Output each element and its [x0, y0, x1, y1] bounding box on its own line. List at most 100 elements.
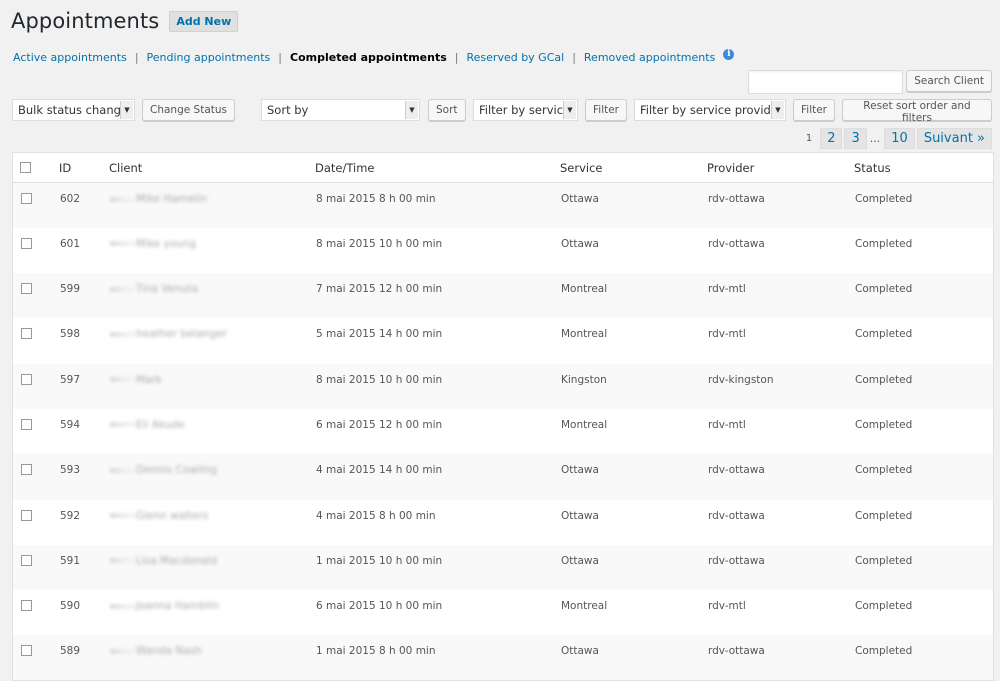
table-body: 602 Mike Hamelin 8 mai 2015 8 h 00 min Otta…	[12, 182, 994, 681]
cell-service: Ottawa	[561, 509, 599, 522]
search-box: Search Client	[748, 70, 992, 94]
cell-status: Completed	[855, 645, 913, 658]
cell-status: Completed	[855, 509, 913, 522]
column-id[interactable]: ID	[59, 152, 109, 183]
tab-reserved-gcal[interactable]: Reserved by GCal	[467, 51, 565, 64]
row-checkbox[interactable]	[21, 373, 32, 385]
cell-client[interactable]: Eli Akude	[109, 409, 315, 454]
cell-status: Completed	[855, 600, 913, 613]
blurred-bar	[110, 422, 136, 428]
cell-service: Ottawa	[561, 193, 599, 205]
chevron-down-icon: ▼	[563, 101, 576, 119]
cell-status: Completed	[855, 328, 913, 341]
table-row[interactable]: 593 Dennis Cowling 4 mai 2015 14 h 00 min O…	[12, 454, 994, 500]
table-row[interactable]: 591 Lisa Macdonald 1 mai 2015 10 h 00 min O…	[12, 544, 994, 591]
provider-filter-value: Filter by service provider	[640, 103, 783, 117]
column-provider[interactable]: Provider	[707, 152, 854, 183]
cell-id: 597	[60, 373, 81, 386]
table-row[interactable]: 602 Mike Hamelin 8 mai 2015 8 h 00 min Otta…	[12, 182, 994, 228]
tab-completed[interactable]: Completed appointments	[290, 51, 447, 64]
page-link-last[interactable]: 10	[884, 128, 915, 149]
sort-value: Sort by	[267, 103, 309, 117]
table-row[interactable]: 601 Mike young 8 mai 2015 10 h 00 min Ottaw…	[13, 228, 994, 273]
blurred-bar	[110, 241, 136, 247]
filter-service-button[interactable]: Filter	[585, 99, 628, 121]
cell-datetime: 4 mai 2015 8 h 00 min	[316, 509, 436, 522]
column-service[interactable]: Service	[560, 152, 707, 183]
separator: |	[278, 51, 282, 64]
tab-active[interactable]: Active appointments	[13, 51, 127, 64]
table-row[interactable]: 592 Glenn walters 4 mai 2015 8 h 00 min Ott…	[13, 500, 994, 545]
row-checkbox[interactable]	[21, 237, 32, 249]
service-filter-select[interactable]: Filter by service ▼	[473, 99, 578, 121]
reset-filters-button[interactable]: Reset sort order and filters	[842, 99, 992, 124]
cell-client[interactable]: Mike Hamelin	[109, 183, 315, 228]
select-all-checkbox[interactable]	[20, 162, 31, 173]
cell-status: Completed	[855, 237, 913, 250]
cell-client[interactable]: Dennis Cowling	[109, 454, 315, 499]
tab-pending[interactable]: Pending appointments	[147, 51, 271, 64]
cell-provider: rdv-mtl	[708, 418, 746, 431]
cell-client[interactable]: Lisa Macdonald	[109, 545, 315, 590]
table-row[interactable]: 597 Mark 8 mai 2015 10 h 00 min Kingston rdv…	[12, 363, 994, 409]
table-row[interactable]: 599 Tina Venuta 7 mai 2015 12 h 00 min Mont…	[12, 273, 994, 319]
cell-client[interactable]: Glenn walters	[109, 500, 315, 545]
column-status[interactable]: Status	[854, 152, 994, 183]
cell-client[interactable]: Mike young	[109, 228, 315, 273]
row-checkbox[interactable]	[21, 328, 32, 340]
toolbar: Bulk status change ▼ Change Status Sort …	[12, 99, 992, 124]
sort-button[interactable]: Sort	[428, 99, 466, 121]
row-checkbox[interactable]	[21, 193, 32, 204]
current-page: 1	[805, 133, 813, 144]
table-row[interactable]: 589 Wanda Nash 1 mai 2015 8 h 00 min Ottawa…	[12, 635, 994, 681]
cell-id: 589	[60, 645, 81, 658]
row-checkbox[interactable]	[21, 554, 32, 566]
next-page-link[interactable]: Suivant »	[916, 128, 992, 149]
cell-provider: rdv-ottawa	[708, 193, 765, 205]
search-input[interactable]	[748, 70, 904, 94]
row-checkbox[interactable]	[21, 645, 32, 657]
column-client[interactable]: Client	[109, 152, 315, 183]
pagination-dots: ...	[869, 132, 881, 145]
filter-provider-button[interactable]: Filter	[793, 99, 836, 121]
separator: |	[454, 51, 459, 64]
bulk-status-value: Bulk status change	[18, 103, 129, 117]
cell-client[interactable]: heather belanger	[109, 318, 315, 363]
client-name: Mike Hamelin	[136, 193, 207, 205]
cell-client[interactable]: Tina Venuta	[109, 273, 315, 318]
cell-datetime: 8 mai 2015 10 h 00 min	[316, 237, 443, 250]
row-checkbox[interactable]	[21, 464, 32, 476]
cell-service: Montreal	[561, 283, 608, 296]
sort-select[interactable]: Sort by ▼	[261, 99, 420, 121]
provider-filter-select[interactable]: Filter by service provider ▼	[634, 99, 786, 121]
row-checkbox[interactable]	[21, 283, 32, 295]
row-checkbox[interactable]	[21, 600, 32, 612]
cell-client[interactable]: Wanda Nash	[109, 635, 315, 680]
column-datetime[interactable]: Date/Time	[315, 152, 560, 183]
search-client-button[interactable]: Search Client	[906, 70, 992, 92]
cell-provider: rdv-ottawa	[708, 554, 765, 567]
cell-client[interactable]: Mark	[109, 364, 315, 409]
add-new-button[interactable]: Add New	[169, 10, 239, 32]
tab-removed[interactable]: Removed appointments	[584, 51, 715, 64]
client-name: Wanda Nash	[136, 645, 202, 658]
separator: |	[572, 51, 576, 64]
page-link[interactable]: 2	[820, 128, 843, 149]
blurred-bar	[110, 648, 136, 654]
cell-provider: rdv-mtl	[708, 600, 746, 613]
table-row[interactable]: 598 heather belanger 5 mai 2015 14 h 00 mi…	[13, 318, 994, 363]
row-checkbox[interactable]	[21, 509, 32, 521]
client-name: Lisa Macdonald	[136, 554, 218, 567]
cell-client[interactable]: Joanna Hamblin	[109, 590, 315, 635]
table-row[interactable]: 594 Eli Akude 6 mai 2015 12 h 00 min Montre…	[13, 409, 994, 454]
page-link[interactable]: 3	[844, 128, 867, 149]
cell-provider: rdv-kingston	[708, 373, 774, 386]
cell-service: Ottawa	[561, 464, 599, 477]
bulk-status-select[interactable]: Bulk status change ▼	[12, 99, 135, 121]
info-icon[interactable]: i	[723, 49, 735, 60]
cell-provider: rdv-ottawa	[708, 464, 765, 477]
row-checkbox[interactable]	[21, 418, 32, 430]
change-status-button[interactable]: Change Status	[142, 99, 235, 121]
table-row[interactable]: 590 Joanna Hamblin 6 mai 2015 10 h 00 min M…	[13, 590, 994, 635]
blurred-bar	[110, 196, 136, 202]
